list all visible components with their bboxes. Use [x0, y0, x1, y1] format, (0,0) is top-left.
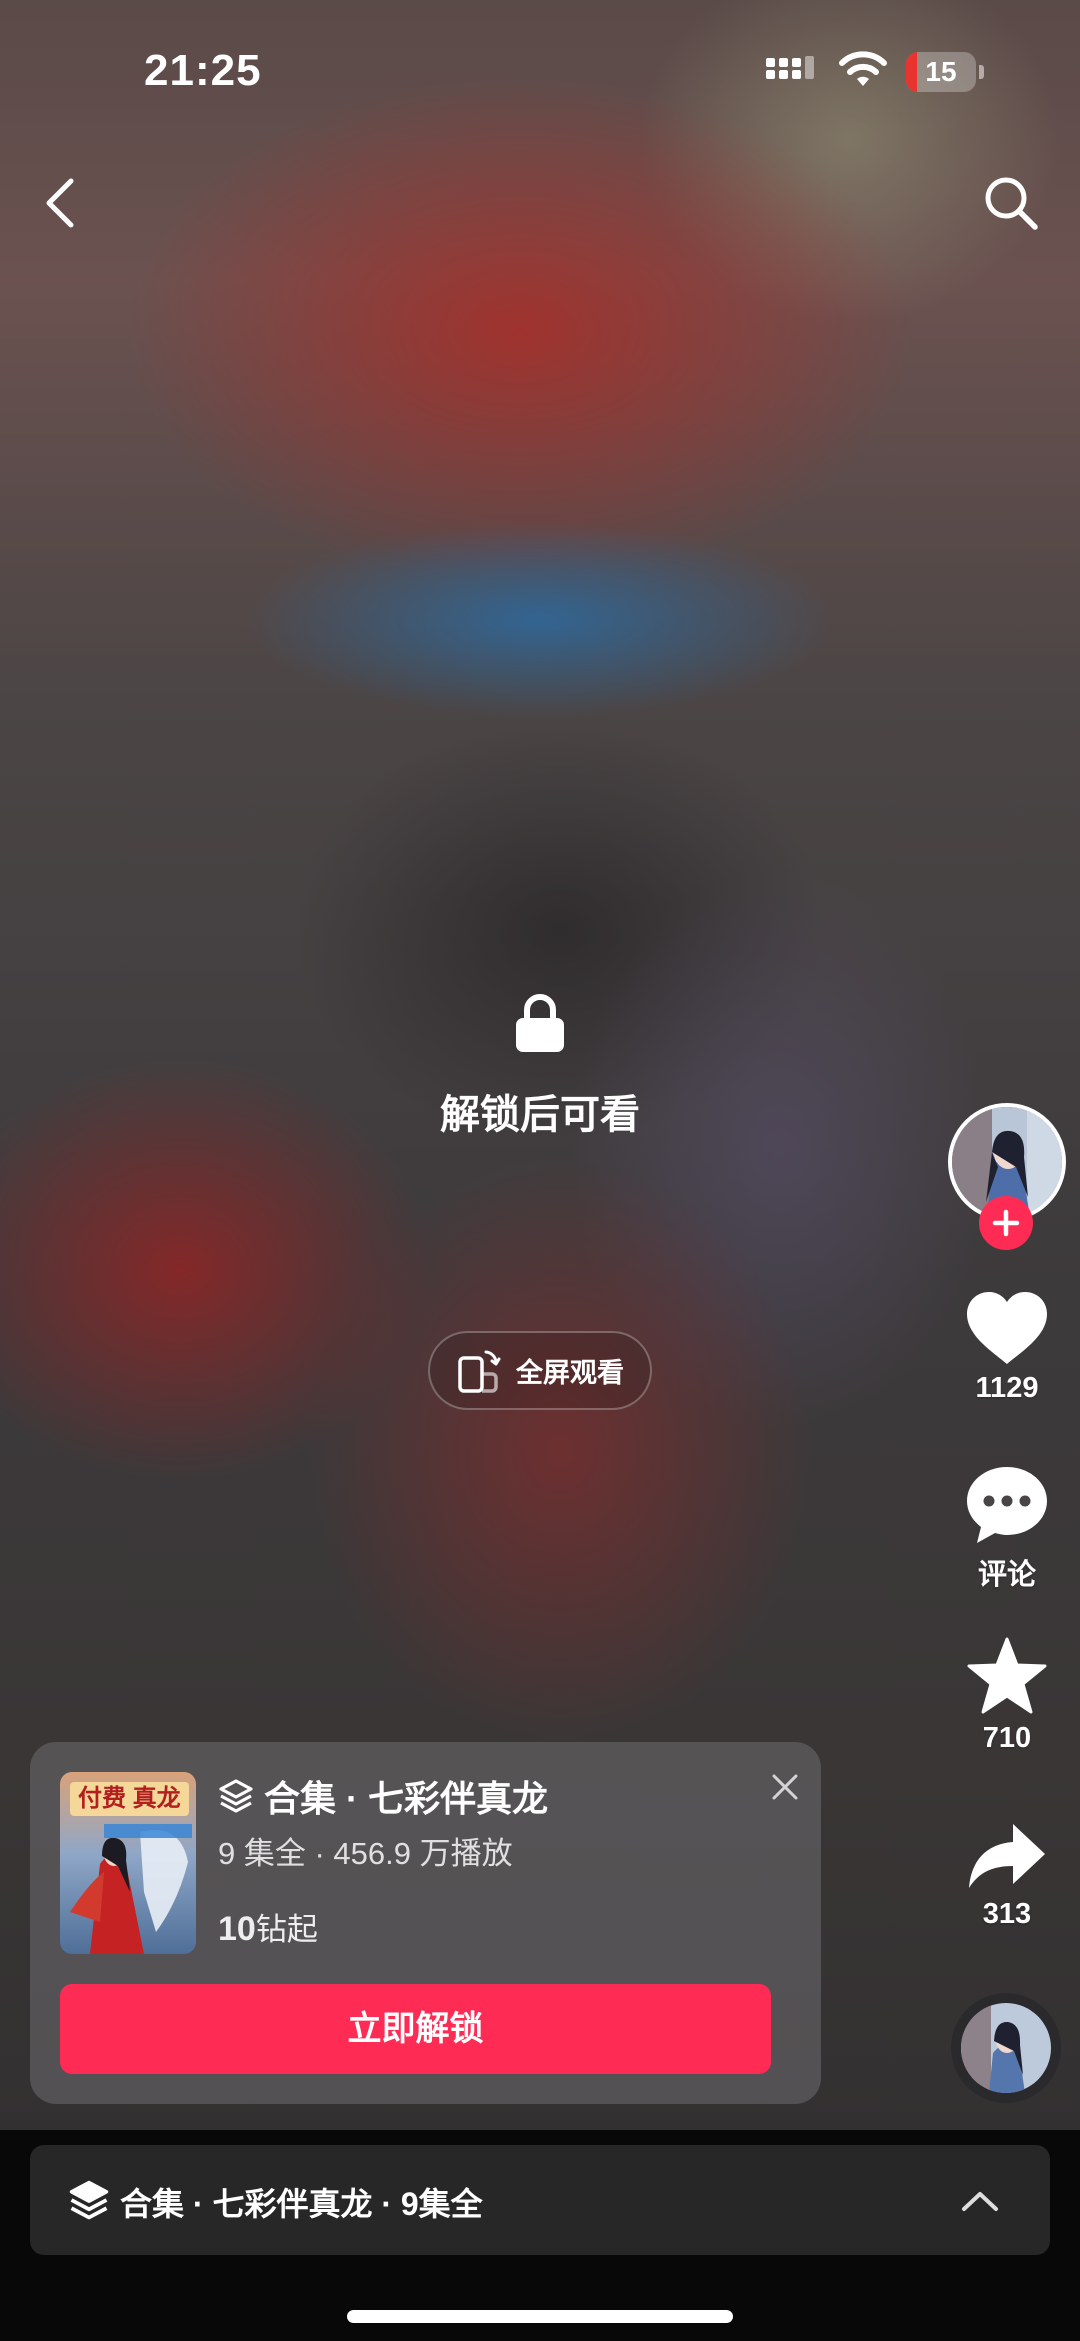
status-bar: 21:25 15 — [0, 0, 1080, 140]
close-icon — [772, 1774, 798, 1800]
layers-icon — [219, 1779, 253, 1813]
card-price: 10钻起 — [218, 1904, 318, 1949]
share-count: 313 — [982, 1898, 1032, 1930]
like-count: 1129 — [975, 1372, 1039, 1404]
share-arrow-icon — [969, 1824, 1045, 1888]
collection-bar[interactable]: 合集 · 七彩伴真龙 · 9集全 — [30, 2145, 1050, 2255]
search-icon — [985, 177, 1038, 230]
price-amount: 10 — [218, 1910, 256, 1948]
follow-button[interactable] — [979, 1196, 1033, 1250]
unlock-now-button[interactable]: 立即解锁 — [60, 1984, 771, 2074]
cover-badge: 付费 真龙 — [70, 1782, 189, 1816]
battery-icon: 15 — [906, 52, 984, 92]
unlock-hint: 解锁后可看 — [440, 1093, 640, 1137]
rotate-phone-icon — [458, 1350, 501, 1393]
wifi-icon — [839, 51, 887, 86]
back-button[interactable] — [30, 168, 90, 238]
chevron-left-icon — [46, 178, 74, 228]
music-disc-art — [961, 2003, 1051, 2093]
comment-label: 评论 — [977, 1559, 1036, 1591]
signal-icon — [766, 56, 814, 79]
collection-cover[interactable]: 付费 真龙 — [60, 1772, 196, 1954]
fullscreen-button[interactable]: 全屏观看 — [428, 1331, 652, 1410]
favorite-count: 710 — [982, 1722, 1032, 1754]
price-unit: 钻起 — [255, 1912, 318, 1947]
card-title-row[interactable]: 合集 · 七彩伴真龙 — [218, 1770, 548, 1822]
music-disc[interactable] — [951, 1993, 1061, 2103]
like-button[interactable]: 1129 — [946, 1290, 1068, 1405]
card-close-button[interactable] — [760, 1762, 810, 1812]
lock-icon — [516, 994, 564, 1052]
search-button[interactable] — [976, 168, 1046, 238]
comment-button[interactable]: 评论 — [946, 1465, 1068, 1593]
chevron-up-icon — [962, 2192, 998, 2211]
heart-icon — [967, 1292, 1047, 1364]
card-meta: 9 集全 · 456.9 万播放 — [218, 1836, 513, 1871]
expand-button[interactable] — [950, 2173, 1010, 2229]
home-indicator[interactable] — [347, 2310, 733, 2323]
collection-label: 合集 · 七彩伴真龙 · 9集全 — [120, 2186, 483, 2222]
layers-icon — [69, 2180, 109, 2220]
battery-level: 15 — [925, 56, 957, 87]
card-title: 合集 · 七彩伴真龙 — [264, 1778, 548, 1819]
bottom-area: 合集 · 七彩伴真龙 · 9集全 — [0, 2130, 1080, 2341]
share-button[interactable]: 313 — [946, 1820, 1068, 1931]
status-time: 21:25 — [144, 46, 262, 95]
comment-icon — [967, 1467, 1047, 1543]
unlock-card: 付费 真龙 合集 · 七彩伴真龙 9 集全 · 456.9 万播放 10钻起 立… — [30, 1742, 821, 2104]
video-screen: 21:25 15 解锁后可看 全屏观看 1129 评论 710 313 付费 真… — [0, 0, 1080, 2341]
plus-icon — [992, 1209, 1020, 1237]
star-icon — [967, 1637, 1047, 1714]
fullscreen-label: 全屏观看 — [516, 1358, 624, 1388]
favorite-button[interactable]: 710 — [946, 1636, 1068, 1755]
